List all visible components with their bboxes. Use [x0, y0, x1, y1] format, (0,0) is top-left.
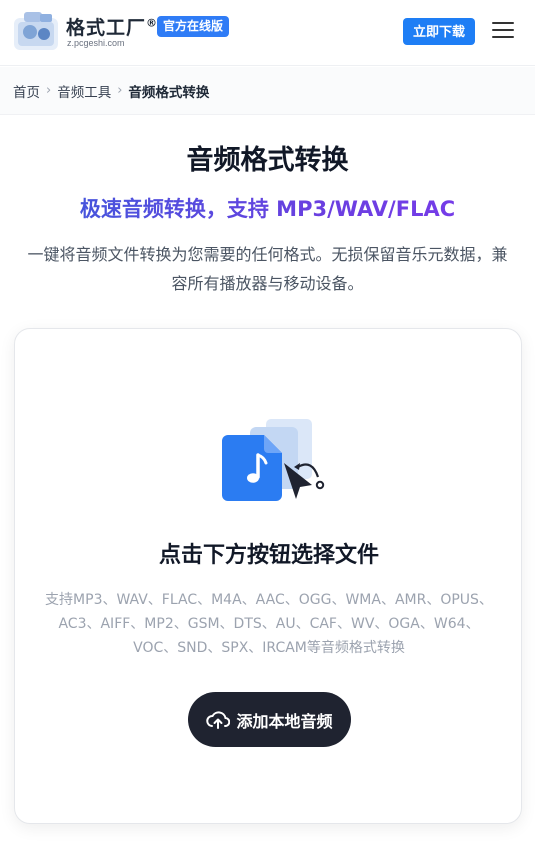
page-subtitle: 极速音频转换，支持 MP3/WAV/FLAC [0, 193, 535, 223]
brand-url: z.pcgeshi.com [67, 38, 125, 48]
breadcrumb-current: 音频格式转换 [128, 84, 210, 101]
breadcrumb-audio-tools[interactable]: 音频工具 [57, 81, 111, 101]
add-local-audio-button[interactable]: 添加本地音频 [188, 692, 351, 747]
add-local-audio-label: 添加本地音频 [236, 713, 333, 731]
cloud-upload-icon [206, 710, 231, 729]
upload-title: 点击下方按钮选择文件 [158, 543, 379, 568]
hamburger-menu-icon[interactable] [492, 22, 514, 42]
logo-icon[interactable] [12, 10, 62, 52]
brand-name[interactable]: 格式工厂® [66, 13, 158, 40]
supported-formats-text: 支持MP3、WAV、FLAC、M4A、AAC、OGG、WMA、AMR、OPUS、… [45, 592, 493, 656]
page-description: 一键将音频文件转换为您需要的任何格式。无损保留音乐元数据，兼容所有播放器与移动设… [27, 245, 508, 293]
page-title: 音频格式转换 [186, 145, 349, 176]
site-header: 格式工厂® z.pcgeshi.com 官方在线版 立即下载 [0, 0, 535, 66]
breadcrumb: 首页 › 音频工具 › 音频格式转换 [0, 67, 535, 115]
breadcrumb-home[interactable]: 首页 [13, 81, 40, 101]
chevron-right-icon: › [46, 83, 52, 98]
official-badge: 官方在线版 [157, 16, 230, 37]
audio-file-icon [222, 419, 325, 501]
brand-name-text: 格式工厂 [66, 17, 147, 39]
upload-card[interactable]: 点击下方按钮选择文件 支持MP3、WAV、FLAC、M4A、AAC、OGG、WM… [14, 328, 522, 824]
chevron-right-icon: › [117, 83, 123, 98]
download-button[interactable]: 立即下载 [403, 18, 475, 45]
